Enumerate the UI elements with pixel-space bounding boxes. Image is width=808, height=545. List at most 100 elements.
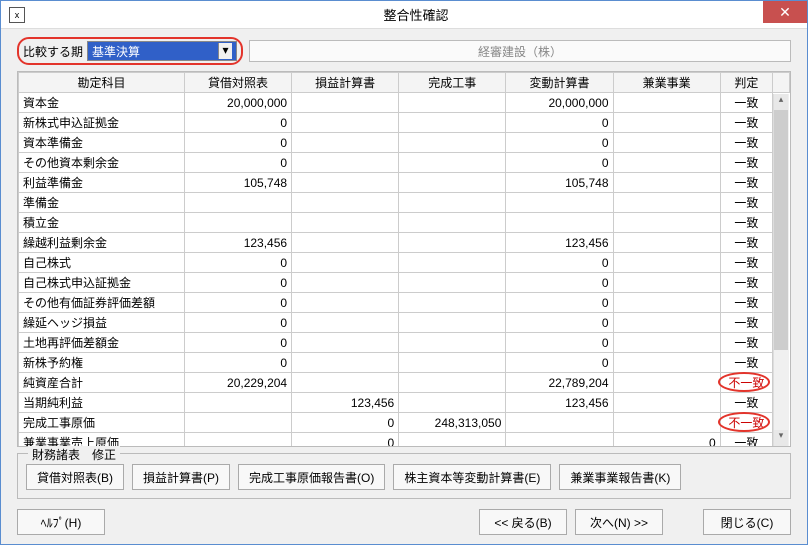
cell-kg [613,373,720,393]
cell-hantei: 一致 [720,333,773,353]
completed-works-button[interactable]: 完成工事原価報告書(O) [238,464,385,490]
cell-hantei: 一致 [720,173,773,193]
cell-kj [399,253,506,273]
cell-kj [399,313,506,333]
vertical-scrollbar[interactable]: ▴ ▾ [773,94,789,446]
col-header-hk[interactable]: 変動計算書 [506,73,613,93]
mismatch-annotation [718,372,770,392]
cell-hk: 0 [506,253,613,273]
col-header-tb[interactable]: 貸借対照表 [184,73,291,93]
cell-hk [506,413,613,433]
table-row[interactable]: 新株式申込証拠金00一致 [19,113,790,133]
table-row[interactable]: 繰越利益剰余金123,456123,456一致 [19,233,790,253]
cell-kj [399,293,506,313]
cell-name: 繰延ヘッジ損益 [19,313,185,333]
compare-period-annotation: 比較する期 基準決算 ▾ [17,37,243,65]
cell-name: 自己株式 [19,253,185,273]
compare-period-select[interactable]: 基準決算 ▾ [87,41,237,61]
cell-kj [399,433,506,448]
help-button[interactable]: ﾍﾙﾌﾟ(H) [17,509,105,535]
cell-kg [613,273,720,293]
close-button[interactable]: 閉じる(C) [703,509,791,535]
cell-pl: 0 [292,433,399,448]
cell-kg [613,113,720,133]
cell-kj [399,113,506,133]
col-header-kg[interactable]: 兼業事業 [613,73,720,93]
table-row[interactable]: 完成工事原価0248,313,050不一致 [19,413,790,433]
cell-hk: 20,000,000 [506,93,613,113]
cell-pl: 0 [292,413,399,433]
close-icon[interactable]: ✕ [763,1,807,23]
cell-tb: 0 [184,113,291,133]
cell-hk: 0 [506,273,613,293]
cell-tb: 0 [184,153,291,173]
cell-name: 自己株式申込証拠金 [19,273,185,293]
cell-hk [506,193,613,213]
scroll-down-icon[interactable]: ▾ [774,430,788,446]
cell-hantei: 一致 [720,253,773,273]
table-row[interactable]: 土地再評価差額金00一致 [19,333,790,353]
cell-hantei: 不一致 [720,373,773,393]
cell-name: 土地再評価差額金 [19,333,185,353]
pl-statement-button[interactable]: 損益計算書(P) [132,464,230,490]
cell-name: 繰越利益剰余金 [19,233,185,253]
col-header-hantei[interactable]: 判定 [720,73,773,93]
cell-kj [399,213,506,233]
cell-hantei: 一致 [720,313,773,333]
cell-kg [613,333,720,353]
cell-hantei: 一致 [720,393,773,413]
cell-pl [292,153,399,173]
system-menu-icon[interactable]: x [9,7,25,23]
table-row[interactable]: 当期純利益123,456123,456一致 [19,393,790,413]
cell-hantei: 一致 [720,353,773,373]
table-row[interactable]: 繰延ヘッジ損益00一致 [19,313,790,333]
col-header-name[interactable]: 勘定科目 [19,73,185,93]
table-row[interactable]: 積立金一致 [19,213,790,233]
table-row[interactable]: 兼業事業売上原価00一致 [19,433,790,448]
scroll-up-icon[interactable]: ▴ [774,94,788,110]
table-row[interactable]: 純資産合計20,229,20422,789,204不一致 [19,373,790,393]
table-row[interactable]: 利益準備金105,748105,748一致 [19,173,790,193]
cell-kj: 248,313,050 [399,413,506,433]
cell-kj [399,133,506,153]
cell-tb [184,393,291,413]
scroll-thumb[interactable] [774,110,788,350]
cell-kg: 0 [613,433,720,448]
side-business-button[interactable]: 兼業事業報告書(K) [559,464,681,490]
cell-tb: 123,456 [184,233,291,253]
table-row[interactable]: 新株予約権00一致 [19,353,790,373]
cell-kj [399,273,506,293]
equity-change-button[interactable]: 株主資本等変動計算書(E) [393,464,551,490]
financial-statement-group: 財務諸表 修正 貸借対照表(B) 損益計算書(P) 完成工事原価報告書(O) 株… [17,453,791,499]
table-row[interactable]: 準備金一致 [19,193,790,213]
table-row[interactable]: 自己株式申込証拠金00一致 [19,273,790,293]
cell-name: その他有価証券評価差額 [19,293,185,313]
cell-kj [399,393,506,413]
cell-kg [613,133,720,153]
balance-sheet-button[interactable]: 貸借対照表(B) [26,464,124,490]
col-header-pl[interactable]: 損益計算書 [292,73,399,93]
cell-kg [613,253,720,273]
table-row[interactable]: その他資本剰余金00一致 [19,153,790,173]
cell-hk: 22,789,204 [506,373,613,393]
cell-tb: 0 [184,273,291,293]
cell-pl [292,233,399,253]
cell-hantei: 一致 [720,293,773,313]
cell-kg [613,213,720,233]
cell-kj [399,373,506,393]
cell-kg [613,233,720,253]
table-row[interactable]: 資本準備金00一致 [19,133,790,153]
back-button[interactable]: << 戻る(B) [479,509,567,535]
col-header-kj[interactable]: 完成工事 [399,73,506,93]
cell-tb [184,193,291,213]
table-row[interactable]: 資本金20,000,00020,000,000一致 [19,93,790,113]
next-button[interactable]: 次へ(N) >> [575,509,663,535]
cell-pl [292,313,399,333]
cell-pl: 123,456 [292,393,399,413]
table-row[interactable]: 自己株式00一致 [19,253,790,273]
cell-kj [399,173,506,193]
table-row[interactable]: その他有価証券評価差額00一致 [19,293,790,313]
company-name-text: 経審建設（株） [478,43,562,60]
cell-hk: 0 [506,293,613,313]
cell-hantei: 一致 [720,133,773,153]
